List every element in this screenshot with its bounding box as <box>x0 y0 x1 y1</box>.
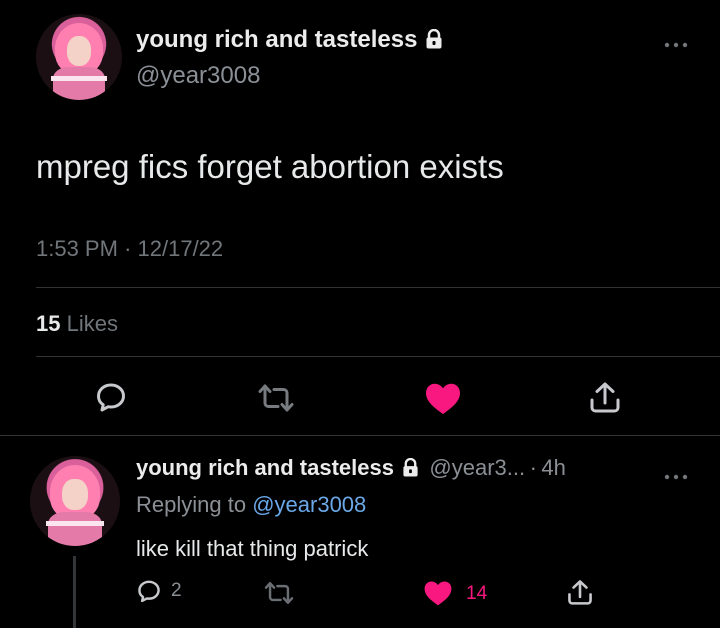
reply-display-name[interactable]: young rich and tasteless <box>136 455 394 480</box>
share-button[interactable] <box>567 578 593 606</box>
separator: · <box>124 236 132 261</box>
divider <box>36 287 720 288</box>
reply-age[interactable]: 4h <box>541 455 565 480</box>
replying-prefix: Replying to <box>136 492 247 517</box>
like-icon <box>426 383 460 414</box>
reply-count: 2 <box>171 580 182 601</box>
reply-button[interactable]: 2 <box>136 578 182 604</box>
likes-label[interactable]: Likes <box>67 311 118 336</box>
display-name[interactable]: young rich and tasteless <box>136 26 443 56</box>
like-button[interactable]: 14 <box>423 580 487 607</box>
reply-icon <box>138 580 160 603</box>
lock-icon <box>402 457 419 482</box>
share-icon <box>590 382 620 413</box>
reply-icon <box>97 383 125 412</box>
more-dots-icon[interactable] <box>664 464 688 487</box>
like-icon <box>424 581 452 606</box>
tweet-date[interactable]: 12/17/22 <box>138 236 224 261</box>
divider <box>0 435 720 436</box>
reply-handle[interactable]: @year3... <box>429 455 525 480</box>
reply-text: like kill that thing patrick <box>136 536 369 561</box>
retweet-button[interactable] <box>264 580 294 606</box>
replying-mention[interactable]: @year3008 <box>252 492 366 517</box>
user-handle[interactable]: @year3008 <box>136 62 260 90</box>
share-button[interactable] <box>589 380 621 414</box>
thread-line <box>73 556 76 628</box>
share-icon <box>568 580 592 605</box>
separator: · <box>529 455 537 480</box>
retweet-button[interactable] <box>258 382 294 414</box>
retweet-icon <box>258 384 294 412</box>
more-dots-icon[interactable] <box>664 32 688 55</box>
divider <box>36 356 720 357</box>
lock-icon <box>425 28 443 56</box>
likes-stat[interactable]: 15 Likes <box>36 311 118 337</box>
avatar[interactable] <box>30 456 120 546</box>
like-count: 14 <box>466 582 488 604</box>
tweet-timestamp[interactable]: 1:53 PM · 12/17/22 <box>36 236 223 262</box>
like-button[interactable] <box>424 382 462 416</box>
retweet-icon <box>264 582 294 604</box>
tweet-text: mpreg fics forget abortion exists <box>36 148 504 185</box>
tweet-time[interactable]: 1:53 PM <box>36 236 118 261</box>
reply-header: young rich and tasteless @year3... · 4h <box>136 455 566 482</box>
reply-button[interactable] <box>94 380 128 414</box>
likes-count[interactable]: 15 <box>36 311 60 336</box>
replying-to: Replying to @year3008 <box>136 492 366 518</box>
avatar[interactable] <box>36 14 122 100</box>
